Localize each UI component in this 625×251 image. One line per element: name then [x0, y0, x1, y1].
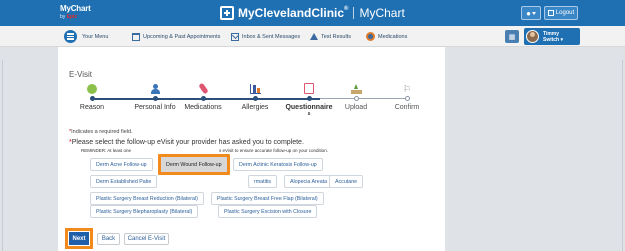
step-medications: Medications — [173, 82, 233, 111]
brand-divider — [353, 7, 355, 19]
clinic-brand: MyClevelandClinic® MyChart — [220, 4, 405, 22]
option-blepharoplasty[interactable]: Plastic Surgery Blepharoplasty (Bilatera… — [90, 205, 199, 218]
page-title: E-Visit — [69, 70, 92, 79]
logout-icon — [547, 10, 554, 16]
grid-apps-icon[interactable]: ▦ — [505, 30, 519, 43]
option-derm-acne[interactable]: Derm Acne Follow-up — [90, 158, 153, 171]
clinic-cross-icon — [220, 6, 234, 20]
pill-icon — [197, 82, 209, 95]
nav-messages[interactable]: Inbox & Sent Messages — [231, 30, 300, 43]
flag-icon: ⚐ — [402, 84, 412, 94]
avatar — [526, 30, 539, 43]
step-dot — [152, 96, 158, 101]
option-derm-wound[interactable]: Derm Wound Follow-up — [158, 154, 230, 175]
main-nav: Your Menu Upcoming & Past Appointments I… — [0, 26, 625, 47]
brand-name: MyClevelandClinic — [238, 6, 345, 20]
your-menu-button[interactable]: Your Menu — [64, 30, 108, 43]
option-derm-actinic-keratosis[interactable]: Derm Actinic Keratosis Follow-up — [233, 158, 323, 171]
brand-sub: MyChart — [359, 6, 405, 20]
step-dot — [306, 96, 312, 101]
upload-icon — [350, 84, 362, 94]
nav-medications[interactable]: Medications — [366, 30, 407, 43]
pill-bottle-icon — [366, 32, 375, 41]
person-icon — [150, 84, 160, 94]
mychart-epic-logo[interactable]: MyChart by Epic — [60, 4, 91, 20]
people-switch-button[interactable]: ● — [521, 6, 541, 20]
reminder-note: REMINDER: At least one s eVisit to ensure… — [81, 148, 329, 153]
option-derm-established-patient[interactable]: Derm Established Patie — [90, 175, 158, 188]
right-gutter — [445, 47, 625, 251]
step-confirm: ⚐ Confirm — [394, 84, 420, 111]
calendar-icon — [132, 32, 140, 41]
nav-test-results[interactable]: Test Results — [310, 30, 351, 43]
next-button[interactable]: Next — [65, 228, 93, 249]
select-prompt: *Please select the follow-up eVisit your… — [69, 139, 304, 146]
step-dot — [89, 96, 95, 101]
logout-button[interactable]: Logout — [544, 6, 578, 20]
option-breast-free-flap[interactable]: Plastic Surgery Breast Free Flap (Bilate… — [211, 192, 324, 205]
back-button[interactable]: Back — [97, 233, 120, 245]
reason-icon — [87, 84, 97, 94]
flask-icon — [310, 33, 318, 40]
hamburger-menu-icon — [64, 30, 77, 43]
option-dermatitis[interactable]: rmatitis — [248, 175, 278, 188]
step-reason: Reason — [62, 82, 122, 111]
option-alopecia-areata[interactable]: Alopecia Areata — [284, 175, 334, 188]
option-accutane[interactable]: Accutane — [329, 175, 364, 188]
step-dot — [252, 96, 258, 101]
option-breast-reduction[interactable]: Plastic Surgery Breast Reduction (Bilate… — [90, 192, 204, 205]
top-header: MyChart by Epic MyClevelandClinic® MyCha… — [0, 0, 625, 26]
step-allergies: Allergies — [225, 82, 285, 111]
nav-appointments[interactable]: Upcoming & Past Appointments — [132, 30, 220, 43]
chart-icon — [249, 84, 261, 94]
step-dot — [404, 96, 410, 101]
step-dot — [353, 96, 359, 101]
cancel-evisit-button[interactable]: Cancel E-Visit — [124, 233, 169, 245]
envelope-icon — [231, 32, 239, 41]
required-field-note: *Indicates a required field. — [69, 129, 133, 135]
option-excision-with-closure[interactable]: Plastic Surgery Excision with Closure — [218, 205, 318, 218]
divider — [2, 60, 3, 251]
switch-patient-button[interactable]: Timmy Switch ▾ — [524, 28, 580, 45]
clipboard-icon — [304, 83, 314, 94]
people-icon: ● — [526, 8, 531, 18]
step-dot — [200, 96, 206, 101]
divider — [622, 60, 623, 251]
left-gutter — [0, 47, 58, 251]
